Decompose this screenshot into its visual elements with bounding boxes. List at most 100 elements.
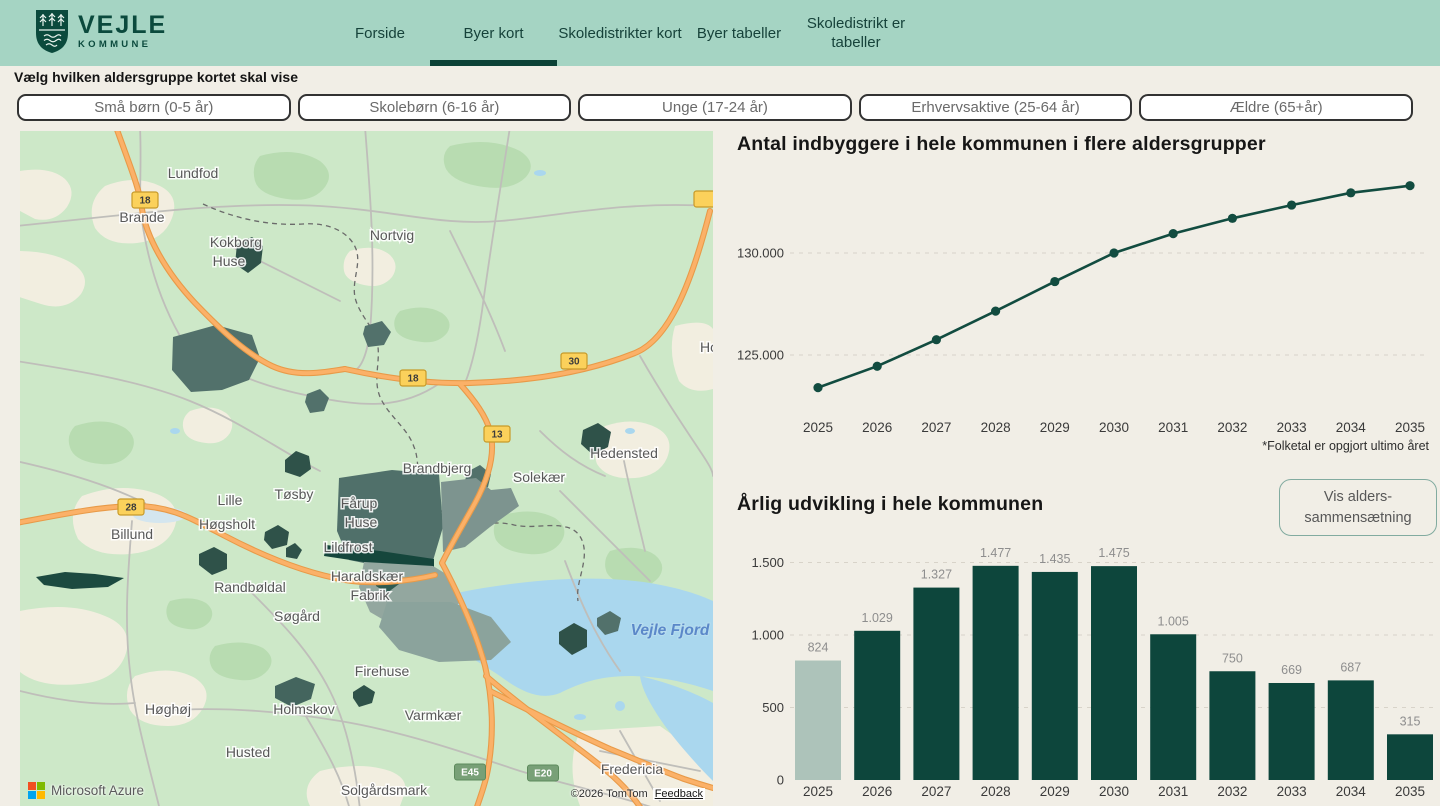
bar-value-label: 1.477	[980, 546, 1011, 560]
tab-label: Byer kort	[463, 24, 523, 43]
logo-subtitle: KOMMUNE	[78, 39, 167, 50]
microsoft-azure-label: Microsoft Azure	[51, 783, 144, 798]
data-point-2035[interactable]	[1405, 181, 1414, 190]
bar-2029[interactable]	[1032, 572, 1078, 780]
line-chart-x-tick: 2030	[1099, 420, 1129, 435]
svg-text:18: 18	[139, 196, 151, 207]
age-button-skoleborn-6-16-ar[interactable]: Skolebørn (6-16 år)	[298, 94, 572, 121]
tab-byer-kort[interactable]: Byer kort	[430, 0, 557, 66]
bar-chart-x-tick: 2031	[1158, 784, 1188, 799]
map-label-fabrik: Fabrik	[351, 587, 391, 603]
crest-icon	[35, 9, 69, 54]
tab-label: Forside	[355, 24, 405, 43]
map-label-ho: Ho	[700, 339, 713, 355]
tab-skoledistrikt-er-tabeller[interactable]: Skoledistrikt er tabeller	[795, 0, 917, 66]
map-label-tosby: Tøsby	[275, 486, 314, 502]
map-label-sogard: Søgård	[274, 608, 320, 624]
data-point-2033[interactable]	[1287, 200, 1296, 209]
map-label-brande: Brande	[119, 209, 164, 225]
population-line-chart: 125.000130.00020252026202720282029203020…	[728, 131, 1440, 445]
map-label-hogsholt: Høgsholt	[199, 516, 255, 532]
bar-value-label: 824	[808, 641, 829, 655]
route-shield-clipped	[694, 191, 713, 207]
bar-value-label: 750	[1222, 651, 1243, 665]
map-label-brandbjerg: Brandbjerg	[403, 460, 472, 476]
bar-value-label: 669	[1281, 663, 1302, 677]
age-button-unge-17-24-ar[interactable]: Unge (17-24 år)	[578, 94, 852, 121]
bar-2027[interactable]	[913, 588, 959, 780]
map-label-kokborg: Kokborg	[210, 234, 262, 250]
bar-value-label: 1.435	[1039, 552, 1070, 566]
age-button-sma-born-0-5-ar[interactable]: Små børn (0-5 år)	[17, 94, 291, 121]
bar-2034[interactable]	[1328, 680, 1374, 780]
logo-title: VEJLE	[78, 13, 167, 38]
line-chart-x-tick: 2031	[1158, 420, 1188, 435]
header: VEJLE KOMMUNE Forside Byer kort Skoledistr…	[0, 0, 1440, 66]
bar-chart-x-tick: 2032	[1217, 784, 1247, 799]
age-button-aeldre-65-ar[interactable]: Ældre (65+år)	[1139, 94, 1413, 121]
bar-2026[interactable]	[854, 631, 900, 780]
line-chart-x-tick: 2025	[803, 420, 833, 435]
map-label-huse: Huse	[213, 253, 246, 269]
map-label-hoghoj: Høghøj	[145, 701, 191, 717]
data-point-2027[interactable]	[932, 335, 941, 344]
bar-chart-x-tick: 2035	[1395, 784, 1425, 799]
age-button-erhvervsaktive-25-64-ar[interactable]: Erhvervsaktive (25-64 år)	[859, 94, 1133, 121]
route-shield-18: 18	[400, 370, 426, 386]
svg-text:18: 18	[407, 374, 419, 385]
map-label-vejle-fjord: Vejle Fjord	[631, 622, 710, 639]
bar-2032[interactable]	[1209, 671, 1255, 780]
bar-chart-x-tick: 2030	[1099, 784, 1129, 799]
map-label-huse: Huse	[345, 514, 378, 530]
bar-2033[interactable]	[1269, 683, 1315, 780]
bar-chart-x-tick: 2028	[981, 784, 1011, 799]
tab-forside[interactable]: Forside	[330, 0, 430, 66]
vejle-kommune-logo[interactable]: VEJLE KOMMUNE	[35, 9, 167, 54]
data-point-2034[interactable]	[1346, 188, 1355, 197]
dashboard-page: VEJLE KOMMUNE Forside Byer kort Skoledistr…	[0, 0, 1440, 806]
map-label-husted: Husted	[226, 744, 270, 760]
map-label-hedensted: Hedensted	[590, 445, 658, 461]
route-shield-18: 18	[132, 192, 158, 208]
tab-skoledistrikter-kort[interactable]: Skoledistrikter kort	[557, 0, 683, 66]
bar-2028[interactable]	[973, 566, 1019, 780]
route-shield-e45: E45	[455, 764, 486, 780]
map-label-holmskov: Holmskov	[273, 701, 334, 717]
line-chart-y-tick: 130.000	[737, 246, 784, 261]
route-shield-13: 13	[484, 426, 510, 442]
bar-2031[interactable]	[1150, 634, 1196, 780]
bar-2030[interactable]	[1091, 566, 1137, 780]
tab-label: Byer tabeller	[697, 24, 781, 43]
bar-chart-x-tick: 2033	[1277, 784, 1307, 799]
data-point-2028[interactable]	[991, 307, 1000, 316]
data-point-2031[interactable]	[1169, 229, 1178, 238]
tab-byer-tabeller[interactable]: Byer tabeller	[683, 0, 795, 66]
map-label-fredericia: Fredericia	[601, 761, 663, 777]
data-point-2029[interactable]	[1050, 277, 1059, 286]
bar-value-label: 315	[1400, 714, 1421, 728]
line-chart-x-tick: 2034	[1336, 420, 1367, 435]
yearly-growth-bar-chart: 05001.0001.50082420251.02920261.32720271…	[728, 455, 1440, 806]
bar-chart-y-tick: 500	[762, 700, 784, 715]
feedback-link[interactable]: Feedback	[653, 788, 705, 800]
tomtom-attribution: ©2026 TomTomFeedback	[571, 788, 705, 800]
route-shield-30: 30	[561, 353, 587, 369]
data-point-2030[interactable]	[1109, 248, 1118, 257]
logo-text: VEJLE KOMMUNE	[78, 13, 167, 50]
chart-footnote: *Folketal er opgjort ultimo året	[1262, 439, 1429, 453]
bar-value-label: 1.327	[921, 568, 952, 582]
data-point-2025[interactable]	[813, 383, 822, 392]
map-label-billund: Billund	[111, 526, 153, 542]
bar-value-label: 1.029	[862, 611, 893, 625]
map[interactable]: 1818133028E45E20LundfodBrandeKokborgHuse…	[20, 131, 713, 806]
bar-2035[interactable]	[1387, 734, 1433, 780]
bar-chart-y-tick: 0	[777, 773, 784, 788]
bar-chart-x-tick: 2025	[803, 784, 833, 799]
data-point-2026[interactable]	[873, 362, 882, 371]
age-group-prompt: Vælg hvilken aldersgruppe kortet skal vi…	[14, 69, 298, 85]
microsoft-logo-icon	[28, 782, 45, 799]
bar-2025[interactable]	[795, 661, 841, 780]
data-point-2032[interactable]	[1228, 214, 1237, 223]
tab-label: Skoledistrikt er tabeller	[795, 14, 917, 52]
bar-chart-y-tick: 1.000	[751, 628, 784, 643]
